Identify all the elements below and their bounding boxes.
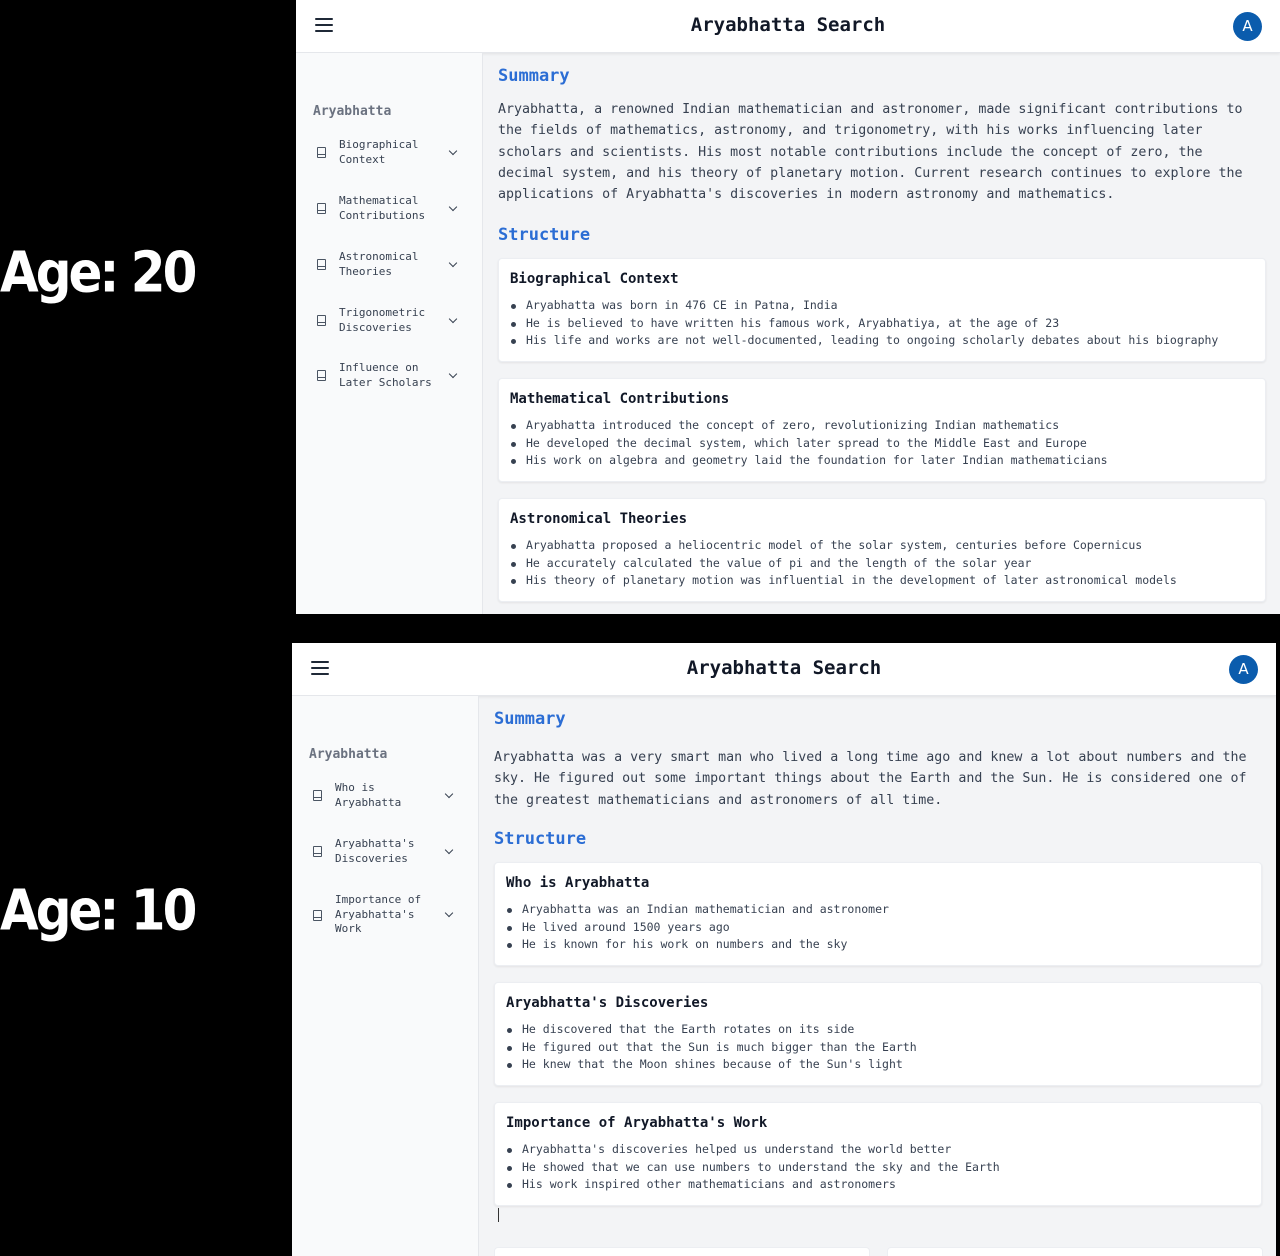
app-window-age-20: Aryabhatta Search A Aryabhatta Biographi… [296, 0, 1280, 614]
age-label: Age: 10 [0, 878, 197, 943]
card-bullet: Aryabhatta was born in 476 CE in Patna, … [510, 297, 1218, 315]
sidebar-item-label: Importance of Aryabhatta's Work [335, 893, 422, 935]
sidebar: Aryabhatta Biographical Context Mathemat… [296, 53, 483, 614]
sidebar-item-biographical-context[interactable]: Biographical Context [313, 138, 465, 168]
user-avatar[interactable]: A [1229, 655, 1258, 684]
book-icon [317, 259, 326, 270]
structure-card: Who is Aryabhatta Aryabhatta was an Indi… [494, 862, 1262, 966]
sidebar: Aryabhatta Who is Aryabhatta Aryabhatta'… [292, 696, 479, 1256]
card-bullet: Aryabhatta was an Indian mathematician a… [506, 901, 889, 919]
sidebar-item-trigonometric-discoveries[interactable]: Trigonometric Discoveries [313, 306, 465, 336]
summary-text: Aryabhatta, a renowned Indian mathematic… [498, 102, 1243, 203]
card-bullet: He developed the decimal system, which l… [510, 435, 1108, 453]
summary-text: Aryabhatta was a very smart man who live… [494, 750, 1247, 808]
card-bullet: He is known for his work on numbers and … [506, 936, 889, 954]
card-bullet: He lived around 1500 years ago [506, 919, 889, 937]
structure-card: Astronomical Theories Aryabhatta propose… [498, 498, 1266, 602]
sidebar-title: Aryabhatta [309, 747, 388, 762]
partial-card [887, 1247, 1263, 1256]
text-cursor [498, 1208, 499, 1222]
sidebar-item-who-is-aryabhatta[interactable]: Who is Aryabhatta [309, 781, 461, 811]
book-icon [317, 147, 326, 158]
chevron-down-icon[interactable] [448, 369, 458, 379]
sidebar-item-label: Who is Aryabhatta [335, 781, 402, 809]
book-icon [317, 315, 326, 326]
top-bar: Aryabhatta Search A [296, 0, 1280, 53]
sidebar-title: Aryabhatta [313, 104, 392, 119]
app-title: Aryabhatta Search [690, 14, 886, 36]
chevron-down-icon[interactable] [444, 845, 454, 855]
card-bullet: He accurately calculated the value of pi… [510, 555, 1177, 573]
app-window-age-10: Aryabhatta Search A Aryabhatta Who is Ar… [292, 643, 1276, 1256]
sidebar-item-importance-of-aryabhattas-work[interactable]: Importance of Aryabhatta's Work [309, 893, 461, 937]
card-title: Astronomical Theories [510, 511, 688, 527]
structure-card: Aryabhatta's Discoveries He discovered t… [494, 982, 1262, 1086]
card-bullet: He knew that the Moon shines because of … [506, 1056, 917, 1074]
card-bullet: Aryabhatta's discoveries helped us under… [506, 1141, 1000, 1159]
structure-card: Mathematical Contributions Aryabhatta in… [498, 378, 1266, 482]
sidebar-item-label: Trigonometric Discoveries [339, 306, 426, 334]
card-bullet: He is believed to have written his famou… [510, 315, 1218, 333]
chevron-down-icon[interactable] [448, 202, 458, 212]
structure-heading: Structure [494, 829, 587, 849]
structure-card: Biographical Context Aryabhatta was born… [498, 258, 1266, 362]
card-bullet: Aryabhatta proposed a heliocentric model… [510, 537, 1177, 555]
book-icon [317, 203, 326, 214]
chevron-down-icon[interactable] [448, 146, 458, 156]
sidebar-item-mathematical-contributions[interactable]: Mathematical Contributions [313, 194, 465, 224]
sidebar-item-aryabhattas-discoveries[interactable]: Aryabhatta's Discoveries [309, 837, 461, 867]
card-bullet: His theory of planetary motion was influ… [510, 572, 1177, 590]
book-icon [313, 910, 322, 921]
chevron-down-icon[interactable] [444, 789, 454, 799]
sidebar-item-label: Astronomical Theories [339, 250, 419, 278]
chevron-down-icon[interactable] [448, 258, 458, 268]
book-icon [313, 846, 322, 857]
app-title: Aryabhatta Search [686, 657, 882, 679]
partial-card [494, 1247, 870, 1256]
card-bullet-list: Aryabhatta was born in 476 CE in Patna, … [510, 297, 1218, 350]
user-avatar[interactable]: A [1233, 12, 1262, 41]
book-icon [313, 790, 322, 801]
sidebar-item-label: Aryabhatta's Discoveries [335, 837, 415, 865]
card-bullet: His life and works are not well-document… [510, 332, 1218, 350]
card-title: Mathematical Contributions [510, 391, 730, 407]
sidebar-item-label: Mathematical Contributions [339, 194, 426, 222]
sidebar-item-label: Biographical Context [339, 138, 419, 166]
age-label: Age: 20 [0, 240, 197, 305]
structure-heading: Structure [498, 225, 591, 245]
card-title: Importance of Aryabhatta's Work [506, 1115, 768, 1131]
top-bar: Aryabhatta Search A [292, 643, 1276, 696]
structure-card: Importance of Aryabhatta's Work Aryabhat… [494, 1102, 1262, 1206]
book-icon [317, 370, 326, 381]
card-title: Who is Aryabhatta [506, 875, 650, 891]
sidebar-item-label: Influence on Later Scholars [339, 361, 432, 389]
card-bullet: He showed that we can use numbers to und… [506, 1159, 1000, 1177]
card-bullet: He discovered that the Earth rotates on … [506, 1021, 917, 1039]
chevron-down-icon[interactable] [448, 314, 458, 324]
summary-heading: Summary [498, 66, 570, 86]
card-bullet-list: Aryabhatta introduced the concept of zer… [510, 417, 1108, 470]
card-title: Biographical Context [510, 271, 679, 287]
summary-heading: Summary [494, 709, 566, 729]
card-bullet: His work on algebra and geometry laid th… [510, 452, 1108, 470]
card-bullet: He figured out that the Sun is much bigg… [506, 1039, 917, 1057]
card-bullet-list: Aryabhatta was an Indian mathematician a… [506, 901, 889, 954]
card-bullet-list: Aryabhatta's discoveries helped us under… [506, 1141, 1000, 1194]
chevron-down-icon[interactable] [444, 908, 454, 918]
sidebar-item-influence-on-later-scholars[interactable]: Influence on Later Scholars [313, 361, 465, 391]
card-bullet: Aryabhatta introduced the concept of zer… [510, 417, 1108, 435]
card-bullet-list: He discovered that the Earth rotates on … [506, 1021, 917, 1074]
card-bullet: His work inspired other mathematicians a… [506, 1176, 1000, 1194]
card-title: Aryabhatta's Discoveries [506, 995, 709, 1011]
card-bullet-list: Aryabhatta proposed a heliocentric model… [510, 537, 1177, 590]
sidebar-item-astronomical-theories[interactable]: Astronomical Theories [313, 250, 465, 280]
